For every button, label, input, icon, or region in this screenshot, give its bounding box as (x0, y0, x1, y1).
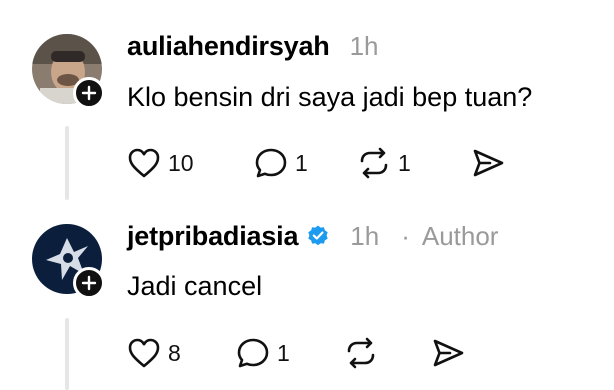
reply-button[interactable]: 1 (236, 335, 290, 371)
send-icon (473, 149, 504, 177)
avatar-container[interactable] (32, 34, 105, 109)
action-bar: 10 1 1 (127, 145, 527, 181)
like-button[interactable]: 10 (127, 145, 194, 181)
share-button[interactable] (431, 335, 465, 371)
timestamp[interactable]: 1h (350, 31, 379, 62)
post-header: auliahendirsyah 1h (127, 28, 379, 64)
send-icon (433, 339, 464, 367)
username[interactable]: jetpribadiasia (127, 221, 298, 252)
post-1: auliahendirsyah 1h Klo bensin dri saya j… (0, 0, 614, 200)
post-text: Klo bensin dri saya jadi bep tuan? (127, 82, 533, 112)
comment-icon (255, 148, 287, 178)
repost-button[interactable]: 1 (357, 145, 411, 181)
plus-icon (81, 85, 97, 101)
separator-dot: · (401, 220, 410, 251)
verified-badge-icon (308, 225, 328, 246)
heart-icon (128, 148, 160, 178)
reply-count: 1 (277, 339, 290, 366)
comment-icon (237, 338, 269, 368)
reply-count: 1 (295, 149, 308, 176)
post-2: jetpribadiasia 1h · Author Jadi cancel 8… (0, 200, 614, 390)
repost-icon (360, 147, 388, 179)
author-label: Author (421, 220, 499, 251)
thread-line (65, 126, 69, 200)
thread-line (65, 318, 69, 390)
post-header: jetpribadiasia 1h · Author (127, 218, 498, 254)
like-count: 10 (168, 149, 194, 176)
follow-button[interactable] (73, 267, 105, 299)
repost-count: 1 (398, 149, 411, 176)
repost-button[interactable] (344, 335, 378, 371)
action-bar: 8 1 (127, 335, 527, 371)
plus-icon (81, 275, 97, 291)
like-button[interactable]: 8 (127, 335, 181, 371)
timestamp[interactable]: 1h (350, 221, 379, 252)
reply-button[interactable]: 1 (254, 145, 308, 181)
like-count: 8 (168, 339, 181, 366)
username[interactable]: auliahendirsyah (127, 31, 330, 62)
follow-button[interactable] (73, 77, 105, 109)
avatar-container[interactable] (32, 224, 105, 299)
post-text: Jadi cancel (127, 271, 263, 301)
heart-icon (128, 338, 160, 368)
share-button[interactable] (471, 145, 505, 181)
repost-icon (347, 337, 375, 369)
